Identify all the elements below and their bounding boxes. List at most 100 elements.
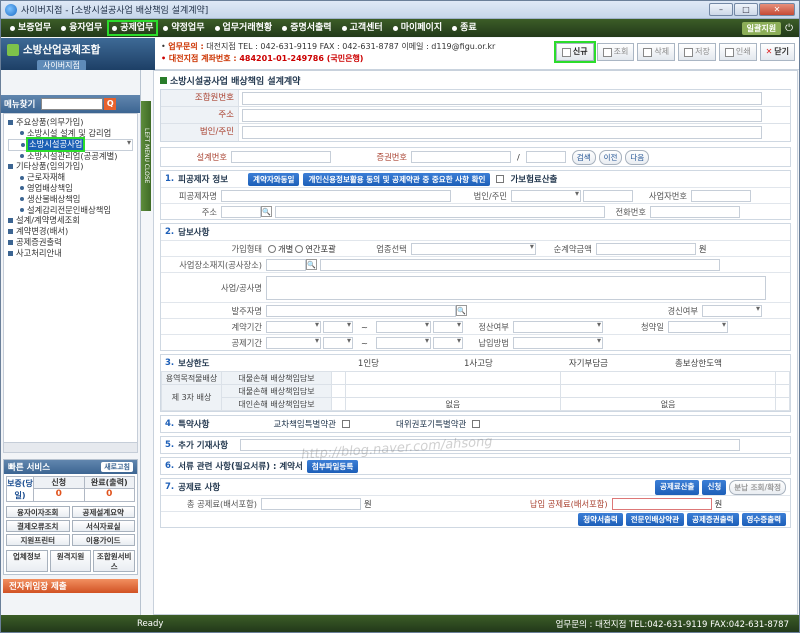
cross-liability-checkbox[interactable] [342, 420, 350, 428]
contract-start-date[interactable] [266, 320, 321, 333]
biz-no-input[interactable] [691, 189, 751, 202]
installment-button[interactable]: 분납 조회/확정 [729, 479, 786, 495]
tree-item[interactable]: 설계감리전문인배상책임 [8, 205, 133, 216]
individual-radio[interactable] [268, 244, 276, 253]
print-application-button[interactable]: 청약서출력 [578, 513, 623, 526]
tree-item[interactable]: 소방시설관리업(공공계별) [8, 151, 133, 162]
site-search-icon[interactable]: 🔍 [306, 259, 317, 270]
remote-support-button[interactable]: 원격지원 [49, 550, 92, 572]
site-zip-input[interactable] [266, 258, 306, 271]
tree-item[interactable]: 영업배상책임 [8, 183, 133, 194]
contract-end-time[interactable] [432, 320, 463, 333]
tree-item[interactable]: 기타상품(임의가입) [8, 161, 133, 172]
coverage-start-date[interactable] [266, 336, 321, 349]
apply-button[interactable]: 신청 [702, 479, 727, 495]
corp-no-input[interactable] [583, 189, 633, 202]
prev-button[interactable]: 이전 [598, 149, 623, 165]
tree-item[interactable]: 설계/계약명세조회 [8, 215, 133, 226]
annual-radio[interactable] [295, 244, 304, 253]
client-search-icon[interactable]: 🔍 [456, 305, 467, 316]
menu-certificate[interactable]: 증명서출력 [277, 20, 336, 36]
menu-exit[interactable]: 종료 [447, 20, 482, 36]
tree-item[interactable]: 소방시설 설계 및 감리업 [8, 128, 133, 139]
title-bar: 사이버지점 - [소방시설공사업 배상책임 설계계약] – □ ✕ [1, 1, 799, 19]
service-button[interactable]: 이용가이드 [71, 534, 135, 546]
settle-select[interactable] [512, 320, 603, 333]
service-button[interactable]: 지원프린터 [6, 534, 70, 546]
contract-end-date[interactable] [375, 320, 431, 333]
e-delegation-submit-button[interactable]: 전자위임장 제출 [3, 579, 138, 593]
client-name-input[interactable] [266, 304, 456, 317]
service-button[interactable]: 서식자료실 [71, 520, 135, 532]
company-info-button[interactable]: 업체정보 [6, 550, 48, 572]
policy-seq-input[interactable] [525, 151, 566, 163]
terms-button[interactable]: 전문인배상약관 [625, 513, 685, 526]
search-icon[interactable]: Q [104, 98, 117, 110]
tree-item[interactable]: 주요상품(의무가입) [8, 117, 133, 128]
subrogation-waiver-checkbox[interactable] [472, 420, 481, 428]
same-as-contractor-button[interactable]: 계약자와동일 [248, 172, 300, 186]
ie-icon [5, 3, 17, 16]
coverage-start-time[interactable] [323, 336, 353, 349]
next-button[interactable]: 다음 [625, 149, 650, 165]
net-amount-input[interactable] [595, 242, 696, 255]
maximize-button[interactable]: □ [734, 3, 758, 16]
service-button[interactable]: 공제설계요약 [71, 506, 135, 518]
menu-georae[interactable]: 업무거래현황 [210, 20, 278, 36]
address-input[interactable] [275, 205, 605, 218]
menu-yakjeong[interactable]: 약정업무 [158, 20, 209, 36]
print-button[interactable]: 인쇄 [718, 43, 757, 61]
tree-item-selected[interactable]: 소방시설공사업 [8, 137, 133, 152]
delete-button[interactable]: 삭제 [637, 43, 676, 61]
menu-gongje[interactable]: 공제업무 [107, 20, 159, 36]
left-menu-close-tab[interactable]: LEFT MENU CLOSE [141, 101, 151, 211]
coverage-end-time[interactable] [432, 336, 463, 349]
menu-customer[interactable]: 고객센터 [337, 20, 388, 36]
print-policy-button[interactable]: 공제증권출력 [687, 513, 739, 526]
refresh-button[interactable]: 새로고침 [101, 462, 133, 472]
search-button[interactable]: 조회 [596, 43, 635, 61]
print-receipt-button[interactable]: 영수증출력 [741, 513, 786, 526]
site-address-input[interactable] [320, 258, 720, 271]
tree-item[interactable]: 사고처리안내 [8, 248, 133, 259]
policy-no-input[interactable] [411, 151, 511, 163]
menu-bojeung[interactable]: 보증업무 [5, 20, 56, 36]
insured-name-input[interactable] [221, 189, 451, 202]
sidebar-scrollbar[interactable] [3, 443, 138, 453]
industry-select[interactable] [410, 242, 536, 255]
address-search-icon[interactable]: 🔍 [261, 206, 272, 217]
contract-start-time[interactable] [323, 320, 353, 333]
subscribe-date[interactable] [667, 320, 728, 333]
power-icon[interactable]: ⏻ [785, 23, 793, 34]
zip-input[interactable] [221, 205, 261, 218]
tree-item[interactable]: 공제증권출력 [8, 237, 133, 248]
menu-search-input[interactable] [41, 98, 104, 110]
design-no-input[interactable] [231, 151, 331, 163]
minimize-button[interactable]: – [709, 3, 733, 16]
batch-support-badge[interactable]: 일괄지원 [741, 21, 782, 35]
menu-yungja[interactable]: 융자업무 [56, 20, 107, 36]
tree-item[interactable]: 생산물배상책임 [8, 194, 133, 205]
privacy-consent-button[interactable]: 개인신용정보활용 동의 및 공제약관 중 중요한 사항 확인 [303, 172, 491, 186]
search-button[interactable]: 검색 [571, 149, 596, 165]
close-window-button[interactable]: ✕ [759, 3, 795, 16]
done-count[interactable]: 0 [85, 489, 135, 499]
apply-count[interactable]: 0 [34, 489, 84, 499]
calc-premium-button[interactable]: 공제료산출 [654, 479, 700, 495]
phone-input[interactable] [650, 205, 740, 218]
tree-item[interactable]: 근로자재해 [8, 172, 133, 183]
service-button[interactable]: 결제오류조치 [6, 520, 70, 532]
tree-item[interactable]: 계약변경(배서) [8, 226, 133, 237]
member-service-button[interactable]: 조합원서비스 [93, 550, 136, 572]
service-button[interactable]: 융자이자조회 [6, 506, 70, 518]
new-button[interactable]: 신규 [553, 41, 596, 63]
menu-mypage[interactable]: 마이페이지 [388, 20, 447, 36]
bid-select[interactable] [702, 304, 762, 317]
close-button[interactable]: ✕ 닫기 [759, 43, 795, 61]
payment-select[interactable] [512, 336, 603, 349]
save-button[interactable]: 저장 [678, 43, 716, 61]
estimate-checkbox[interactable] [496, 175, 505, 183]
coverage-end-date[interactable] [375, 336, 431, 349]
corp-type-select[interactable] [511, 189, 581, 202]
project-name-input[interactable] [266, 275, 766, 300]
